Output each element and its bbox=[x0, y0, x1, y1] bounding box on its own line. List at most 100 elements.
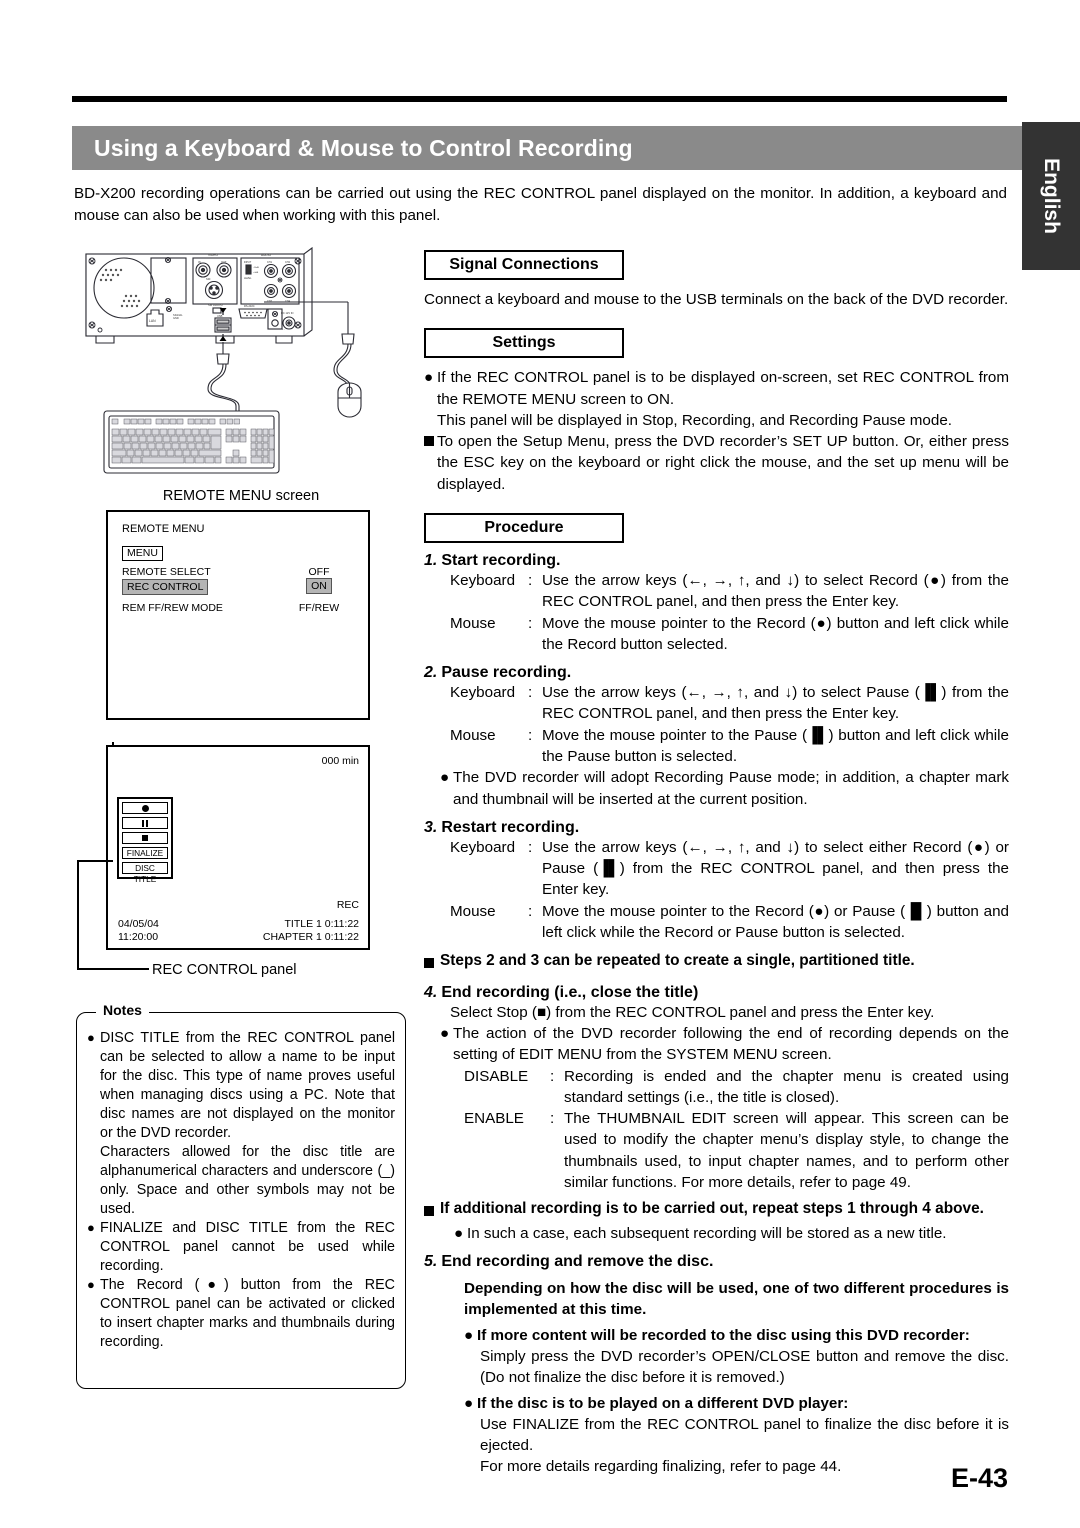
step-2-heading: 2. Pause recording. bbox=[424, 664, 1009, 682]
rec-control-panel-caption: REC CONTROL panel bbox=[152, 962, 297, 978]
step-5-case-2-head: ● If the disc is to be played on a diffe… bbox=[424, 1393, 1009, 1414]
finalize-button[interactable]: FINALIZE bbox=[122, 847, 168, 859]
callout-line-a bbox=[77, 860, 113, 862]
remote-menu-value-off[interactable]: OFF bbox=[280, 566, 358, 578]
step-5-case-2-body-2: For more details regarding finalizing, r… bbox=[480, 1458, 842, 1476]
note-text: The Record (●) button from the REC CONTR… bbox=[100, 1277, 395, 1350]
section-heading-settings: Settings bbox=[424, 328, 624, 359]
stop-icon bbox=[142, 835, 148, 841]
step-3-keyboard-row: Keyboard : Use the arrow keys (←, →, ↑, … bbox=[424, 837, 1009, 901]
svg-text:RS-232C: RS-232C bbox=[244, 304, 255, 308]
step-3-keyboard-text: Use the arrow keys (←, →, ↑, and ↓) to s… bbox=[542, 838, 1009, 899]
bullet-icon: ● bbox=[464, 1394, 474, 1412]
callout-line-b bbox=[77, 860, 79, 970]
svg-text:USB: USB bbox=[217, 314, 223, 318]
remote-menu-value-on[interactable]: ON bbox=[306, 578, 332, 594]
right-column: Signal Connections Connect a keyboard an… bbox=[424, 250, 1009, 1478]
svg-text:DC 12V IN: DC 12V IN bbox=[281, 311, 294, 315]
additional-recording-sub: ● In such a case, each subsequent record… bbox=[424, 1223, 1009, 1244]
step-2-mouse-row: Mouse : Move the mouse pointer to the Pa… bbox=[424, 725, 1009, 768]
remote-menu-screen-header: REMOTE MENU bbox=[122, 523, 205, 535]
rec-control-panel-cluster: FINALIZE DISC TITLE bbox=[117, 797, 173, 884]
colon: : bbox=[528, 902, 533, 920]
language-tab-label: English bbox=[1040, 158, 1063, 234]
svg-text:LEVEL: LEVEL bbox=[244, 277, 252, 280]
remote-menu-row-rec-control[interactable]: REC CONTROL bbox=[122, 579, 209, 595]
step-5-lead: Depending on how the disc will be used, … bbox=[464, 1280, 1009, 1319]
step-2-mouse-text: Move the mouse pointer to the Pause (▐▌)… bbox=[542, 726, 1009, 765]
remote-menu-screen: REMOTE MENU MENU REMOTE SELECT REC CONTR… bbox=[106, 510, 370, 720]
bullet-icon: ● bbox=[454, 1224, 464, 1242]
step-2-keyboard-text: Use the arrow keys (←, →, ↑, and ↓) to s… bbox=[542, 684, 1009, 723]
notes-heading: Notes bbox=[96, 1002, 149, 1018]
step-3-title: Restart recording. bbox=[441, 818, 580, 836]
step-2-number: 2. bbox=[424, 664, 438, 682]
note-item: ● DISC TITLE from the REC CONTROL panel … bbox=[87, 1029, 395, 1143]
svg-text:IN: IN bbox=[198, 260, 201, 264]
step-5-case-1-head: ● If more content will be recorded to th… bbox=[424, 1325, 1009, 1346]
rec-screen-remaining-minutes: 000 min bbox=[321, 755, 359, 767]
step-2-note-text: The DVD recorder will adopt Recording Pa… bbox=[453, 769, 1009, 808]
step-4-line-1: Select Stop (■) from the REC CONTROL pan… bbox=[450, 1003, 935, 1021]
step-1-mouse-text: Move the mouse pointer to the Record (●)… bbox=[542, 614, 1009, 653]
signal-connections-body: Connect a keyboard and mouse to the USB … bbox=[424, 291, 1009, 308]
steps-repeat-note: Steps 2 and 3 can be repeated to create … bbox=[424, 950, 1009, 975]
colon: : bbox=[528, 838, 533, 856]
page-title-bar: Using a Keyboard & Mouse to Control Reco… bbox=[72, 126, 1080, 170]
step-3-heading: 3. Restart recording. bbox=[424, 819, 1009, 837]
step-3-number: 3. bbox=[424, 818, 438, 836]
step-5-case-2-head-text: If the disc is to be played on a differe… bbox=[477, 1394, 849, 1412]
disc-title-button[interactable]: DISC TITLE bbox=[122, 862, 168, 884]
rec-screen-chapter-line: CHAPTER 1 0:11:22 bbox=[262, 931, 359, 943]
callout-line-c bbox=[77, 968, 149, 970]
svg-text:INPUT: INPUT bbox=[244, 261, 252, 264]
note-item: ● FINALIZE and DISC TITLE from the REC C… bbox=[87, 1219, 395, 1276]
keyboard-label: Keyboard bbox=[450, 684, 516, 702]
step-4-bullet-text: The action of the DVD recorder following… bbox=[453, 1025, 1009, 1064]
step-5-case-1-head-text: If more content will be recorded to the … bbox=[477, 1326, 970, 1344]
remote-menu-tag: MENU bbox=[122, 546, 163, 561]
language-tab-english: English bbox=[1022, 122, 1080, 270]
step-3-mouse-text: Move the mouse pointer to the Record (●)… bbox=[542, 902, 1009, 941]
step-1-keyboard-row: Keyboard : Use the arrow keys (←, →, ↑, … bbox=[424, 570, 1009, 613]
step-5-number: 5. bbox=[424, 1253, 438, 1271]
keyboard-label: Keyboard bbox=[450, 571, 516, 589]
top-rule bbox=[72, 96, 1007, 102]
additional-recording-note: If additional recording is to be carried… bbox=[424, 1198, 1009, 1223]
step-4-bullet: ● The action of the DVD recorder followi… bbox=[424, 1023, 1009, 1066]
colon: : bbox=[528, 684, 533, 702]
section-heading-signal-connections: Signal Connections bbox=[424, 250, 624, 280]
document-page: Using a Keyboard & Mouse to Control Reco… bbox=[0, 0, 1080, 1528]
section-heading-procedure: Procedure bbox=[424, 512, 624, 543]
step-3-mouse-row: Mouse : Move the mouse pointer to the Re… bbox=[424, 901, 1009, 944]
intro-paragraph: BD-X200 recording operations can be carr… bbox=[74, 185, 1007, 224]
colon: : bbox=[550, 1110, 555, 1128]
page-number: E-43 bbox=[950, 1463, 1008, 1493]
additional-recording-note-text: If additional recording is to be carried… bbox=[440, 1200, 984, 1218]
colon: : bbox=[528, 614, 533, 632]
step-2-note: ● The DVD recorder will adopt Recording … bbox=[424, 767, 1009, 810]
remote-menu-value-ffrew[interactable]: FF/REW bbox=[280, 602, 358, 614]
step-1-title: Start recording. bbox=[441, 551, 561, 569]
bullet-icon: ● bbox=[87, 1220, 95, 1235]
stop-button[interactable] bbox=[122, 832, 168, 844]
svg-text:+ -: + - bbox=[282, 328, 285, 331]
enable-text: The THUMBNAIL EDIT screen will appear. T… bbox=[564, 1110, 1009, 1191]
rec-status-indicator: REC bbox=[336, 899, 359, 911]
svg-text:GND: GND bbox=[173, 316, 179, 320]
settings-square-note-text: To open the Setup Menu, press the DVD re… bbox=[437, 433, 1009, 493]
remote-menu-row-remote-select[interactable]: REMOTE SELECT bbox=[122, 566, 211, 578]
svg-text:VIDEO: VIDEO bbox=[208, 253, 218, 257]
mouse-label: Mouse bbox=[450, 614, 496, 632]
remote-menu-row-rem-ffrew-mode[interactable]: REM FF/REW MODE bbox=[122, 602, 223, 614]
mouse-label: Mouse bbox=[450, 902, 496, 920]
pause-button[interactable] bbox=[122, 817, 168, 829]
step-4-number: 4. bbox=[424, 983, 438, 1001]
rec-control-screen: 000 min FINALIZE DISC TITLE REC 04/05/04… bbox=[106, 745, 370, 950]
bullet-icon: ● bbox=[424, 369, 434, 387]
bullet-icon: ● bbox=[87, 1030, 95, 1045]
record-button[interactable] bbox=[122, 802, 168, 814]
step-5-title: End recording and remove the disc. bbox=[441, 1253, 714, 1271]
svg-text:OUT: OUT bbox=[221, 260, 227, 264]
note-continuation: Characters allowed for the disc title ar… bbox=[100, 1144, 395, 1217]
